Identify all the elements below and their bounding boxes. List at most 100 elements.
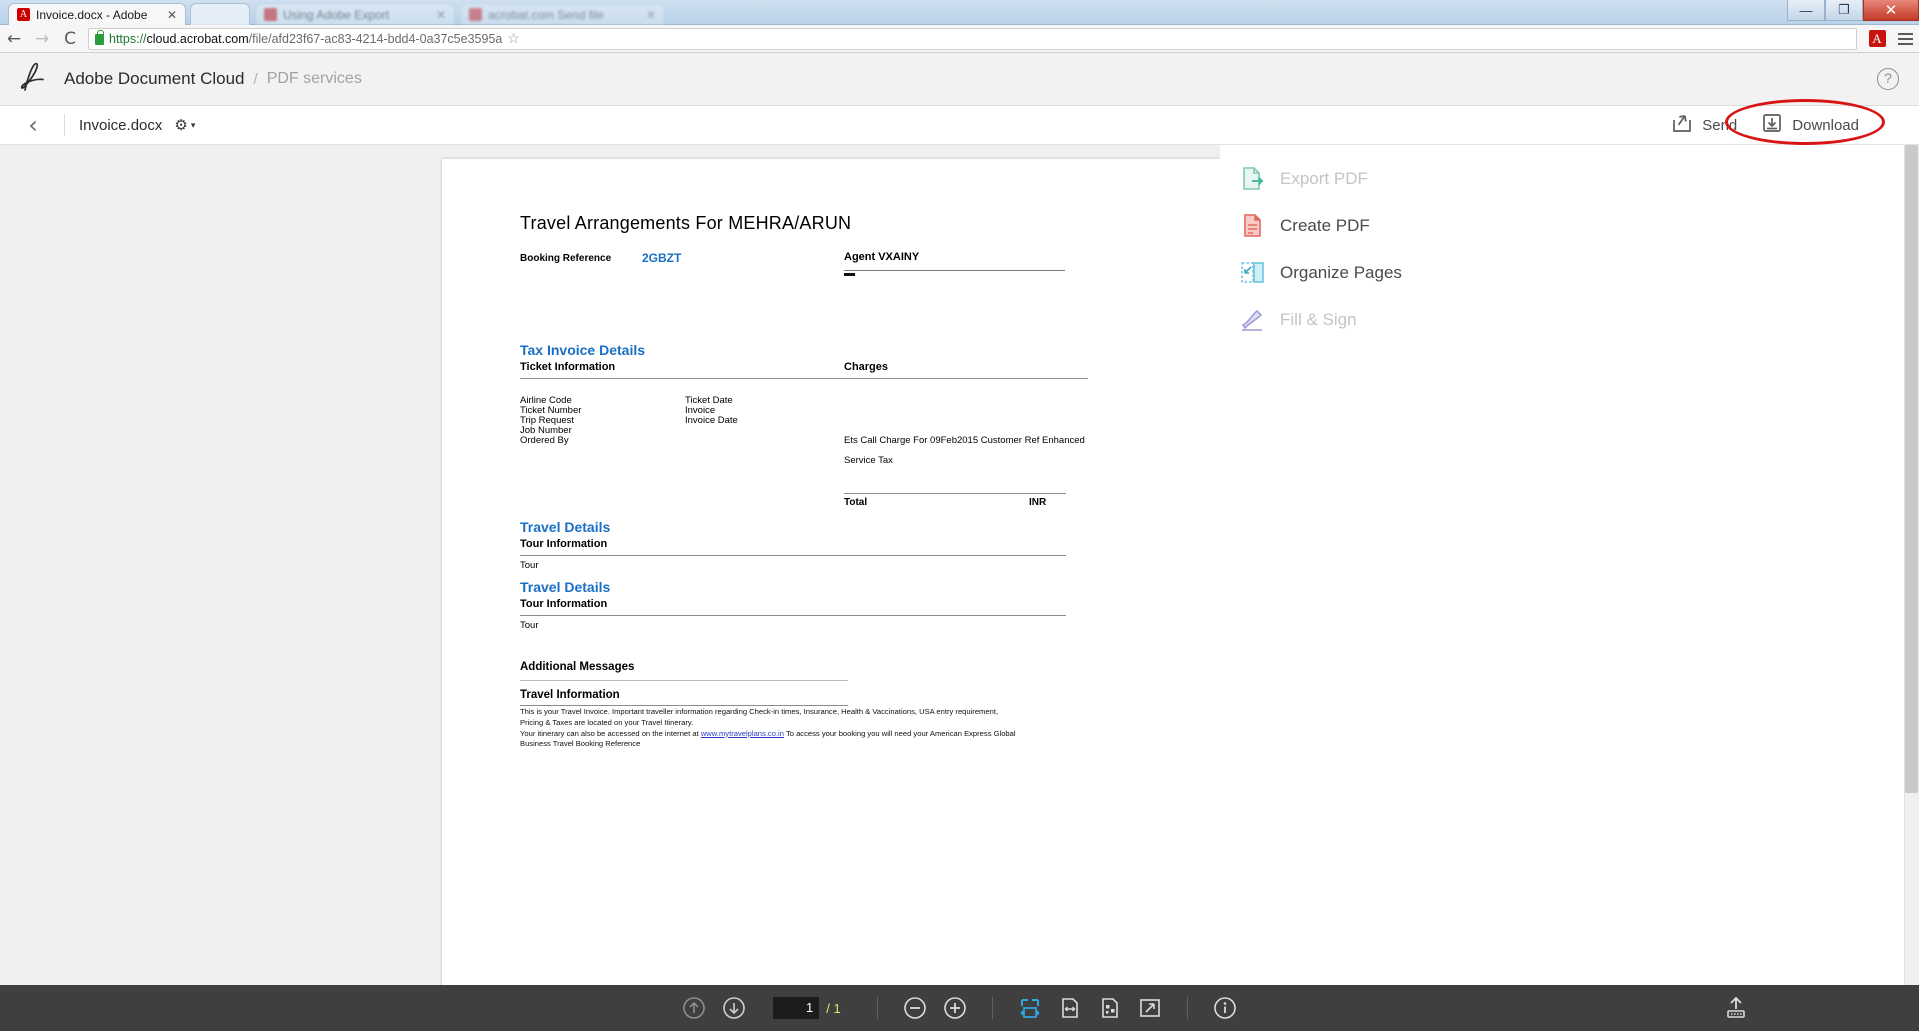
fine-print-line-2a: Your itinerary can also be accessed on t… — [520, 728, 701, 738]
field-ordered-by: Ordered By — [520, 435, 569, 446]
pdf-icon: A — [17, 8, 30, 21]
chevron-down-icon: ▾ — [190, 119, 196, 130]
window-controls: — ❐ ✕ — [1787, 0, 1919, 22]
zoom-out-button[interactable] — [902, 995, 928, 1021]
send-icon — [1671, 113, 1693, 138]
agent-rule — [844, 270, 1065, 271]
tour-information-header-1: Tour Information — [520, 538, 608, 550]
minimize-button[interactable]: — — [1787, 0, 1825, 21]
scrollbar-thumb[interactable] — [1905, 145, 1918, 793]
close-window-button[interactable]: ✕ — [1863, 0, 1919, 21]
chrome-menu-icon[interactable] — [1891, 25, 1919, 53]
omnibox-actions: ☆ — [507, 30, 524, 47]
travel-information-rule — [520, 705, 848, 706]
zoom-in-button[interactable] — [942, 995, 968, 1021]
info-icon[interactable] — [1212, 995, 1238, 1021]
reload-icon[interactable]: C — [56, 25, 84, 53]
tab-title: Using Adobe Export — [283, 7, 390, 22]
forward-icon[interactable]: → — [28, 25, 56, 53]
close-icon[interactable]: ✕ — [436, 9, 446, 21]
browser-tab-3[interactable]: Using Adobe Export ✕ — [255, 3, 455, 25]
download-icon — [1761, 113, 1783, 138]
tab-title: acrobat.com Send file — [488, 7, 605, 22]
help-icon[interactable]: ? — [1877, 68, 1899, 90]
total-currency: INR — [1029, 497, 1047, 508]
sidebar-item-export-pdf[interactable]: Export PDF — [1220, 155, 1904, 202]
file-options-menu[interactable]: ⚙ ▾ — [174, 116, 195, 134]
previous-page-button[interactable] — [681, 995, 707, 1021]
sidebar-item-label: Organize Pages — [1280, 262, 1402, 282]
acrobat-extension-icon[interactable]: A — [1863, 25, 1891, 53]
booking-reference-value: 2GBZT — [642, 251, 682, 265]
sidebar-item-label: Export PDF — [1280, 168, 1368, 188]
pdf-services-panel: Export PDF Create PDF Organize Pages Fil… — [1220, 145, 1904, 985]
toolbar-separator — [876, 997, 878, 1019]
toolbar-separator — [991, 997, 993, 1019]
total-label: Total — [844, 497, 868, 508]
two-page-icon[interactable] — [1097, 995, 1123, 1021]
page-total-label: / 1 — [826, 1000, 841, 1016]
travel-rule-2 — [520, 615, 1066, 616]
file-name-label: Invoice.docx — [79, 116, 163, 134]
url-host: cloud.acrobat.com — [146, 31, 249, 46]
gear-icon: ⚙ — [174, 116, 188, 134]
single-page-icon[interactable] — [1057, 995, 1083, 1021]
travel-rule-1 — [520, 555, 1066, 556]
tour-information-header-2: Tour Information — [520, 598, 608, 610]
ticket-information-header: Ticket Information — [520, 361, 616, 373]
travel-details-heading-1: Travel Details — [520, 519, 611, 535]
fit-width-icon[interactable] — [1017, 995, 1043, 1021]
sidebar-item-label: Create PDF — [1280, 215, 1370, 235]
fill-sign-icon — [1240, 307, 1265, 332]
pdf-page: Travel Arrangements For MEHRA/ARUN Booki… — [442, 159, 1236, 985]
download-button[interactable]: Download — [1751, 109, 1869, 142]
upload-icon[interactable] — [1723, 995, 1749, 1021]
sidebar-item-create-pdf[interactable]: Create PDF — [1220, 202, 1904, 249]
maximize-button[interactable]: ❐ — [1825, 0, 1863, 21]
window-titlebar: A Invoice.docx - Adobe ✕ Using Adobe Exp… — [0, 0, 1919, 25]
fullscreen-icon[interactable] — [1137, 995, 1163, 1021]
tax-invoice-heading: Tax Invoice Details — [520, 342, 646, 358]
sidebar-item-organize-pages[interactable]: Organize Pages — [1220, 249, 1904, 296]
send-button[interactable]: Send — [1661, 109, 1747, 142]
address-bar[interactable]: https://cloud.acrobat.com/file/afd23f67-… — [88, 27, 1857, 50]
close-icon[interactable]: ✕ — [167, 9, 177, 21]
download-label: Download — [1792, 116, 1859, 134]
tour-row-1: Tour — [520, 560, 539, 571]
browser-navbar: ← → C https://cloud.acrobat.com/file/afd… — [0, 25, 1919, 53]
back-to-files-button[interactable]: ‹ — [16, 113, 50, 137]
viewer-bottom-toolbar: 1 / 1 — [0, 985, 1919, 1031]
fine-print-line-1: This is your Travel Invoice. Important t… — [520, 707, 999, 727]
export-pdf-icon — [1240, 166, 1265, 191]
acrobat-logo-svg — [20, 62, 44, 91]
invoice-document: Travel Arrangements For MEHRA/ARUN Booki… — [442, 159, 1236, 985]
field-invoice-date: Invoice Date — [685, 415, 738, 426]
browser-tab-2[interactable] — [190, 3, 250, 25]
document-toolbar: ‹ Invoice.docx ⚙ ▾ Send Download — [0, 98, 1919, 145]
sidebar-item-fill-and-sign[interactable]: Fill & Sign — [1220, 296, 1904, 343]
create-pdf-icon — [1240, 213, 1265, 238]
bottom-toolbar-group: 1 / 1 — [681, 995, 1237, 1021]
close-icon[interactable]: ✕ — [646, 9, 656, 21]
toolbar-separator — [1186, 997, 1188, 1019]
back-icon[interactable]: ← — [0, 25, 28, 53]
travel-details-heading-2: Travel Details — [520, 579, 611, 595]
page-number-input[interactable]: 1 — [773, 997, 820, 1019]
total-rule — [844, 493, 1066, 494]
breadcrumb-subtitle: PDF services — [266, 70, 362, 87]
blur-icon — [264, 8, 277, 21]
viewer-scrollbar[interactable] — [1904, 145, 1919, 985]
url-scheme: https:// — [109, 31, 147, 46]
tab-title: Invoice.docx - Adobe — [36, 7, 148, 22]
agent-label: Agent VXAINY — [844, 251, 920, 263]
browser-tab-4[interactable]: acrobat.com Send file ✕ — [460, 3, 665, 25]
url-path: /file/afd23f67-ac83-4214-bdd4-0a37c5e359… — [248, 31, 503, 46]
tax-invoice-rule — [520, 378, 1088, 379]
toolbar-divider — [64, 114, 65, 136]
lock-icon — [95, 30, 104, 45]
bookmark-star-icon[interactable]: ☆ — [507, 30, 520, 47]
mytravelplans-link[interactable]: www.mytravelplans.co.in — [701, 729, 784, 738]
next-page-button[interactable] — [721, 995, 747, 1021]
browser-tab-active[interactable]: A Invoice.docx - Adobe ✕ — [8, 3, 186, 25]
page-title: Adobe Document Cloud — [64, 69, 245, 88]
